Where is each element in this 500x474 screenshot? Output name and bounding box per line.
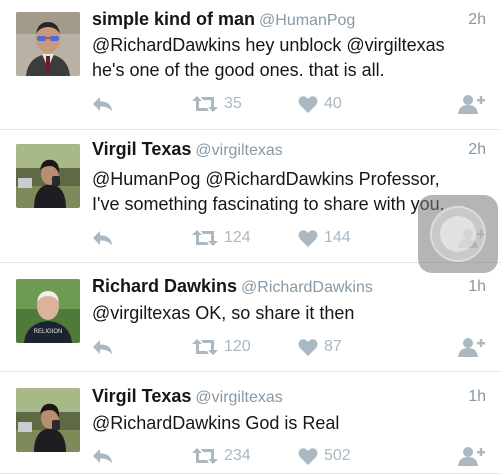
assistive-touch-button[interactable] bbox=[418, 195, 498, 273]
tweet-text: @RichardDawkins God is Real bbox=[92, 411, 486, 436]
retweet-count: 124 bbox=[224, 229, 251, 246]
like-count: 40 bbox=[324, 95, 342, 112]
retweet-button[interactable]: 120 bbox=[192, 336, 251, 358]
display-name[interactable]: Virgil Texas bbox=[92, 139, 191, 159]
like-button[interactable]: 40 bbox=[298, 93, 342, 115]
avatar[interactable] bbox=[16, 144, 80, 208]
retweet-icon bbox=[192, 229, 218, 247]
retweet-icon bbox=[192, 447, 218, 465]
like-count: 144 bbox=[324, 229, 351, 246]
reply-icon bbox=[92, 338, 114, 356]
tweet[interactable]: Virgil Texas @virgiltexas 1h @RichardDawk… bbox=[0, 372, 500, 474]
timestamp[interactable]: 1h bbox=[468, 388, 486, 406]
reply-icon bbox=[92, 229, 114, 247]
follow-button[interactable] bbox=[458, 336, 486, 358]
tweet-text-line: @virgiltexas OK, so share it then bbox=[92, 303, 355, 323]
avatar[interactable]: RELIGION bbox=[16, 279, 80, 343]
follow-button[interactable] bbox=[458, 93, 486, 115]
tweet-text: @RichardDawkins hey unblock @virgiltexas… bbox=[92, 33, 486, 83]
tweet-actions: 120 87 bbox=[92, 336, 486, 358]
display-name[interactable]: simple kind of man bbox=[92, 9, 255, 29]
reply-icon bbox=[92, 447, 114, 465]
timestamp[interactable]: 2h bbox=[468, 11, 486, 29]
username[interactable]: @virgiltexas bbox=[195, 389, 282, 406]
tweet-text-line: @HumanPog @RichardDawkins Professor, bbox=[92, 169, 440, 189]
reply-button[interactable] bbox=[92, 445, 114, 467]
follow-icon bbox=[458, 94, 486, 114]
retweet-count: 35 bbox=[224, 95, 242, 112]
heart-icon bbox=[298, 229, 318, 247]
like-button[interactable]: 502 bbox=[298, 445, 351, 467]
username[interactable]: @HumanPog bbox=[259, 12, 355, 29]
avatar[interactable] bbox=[16, 388, 80, 452]
tweet[interactable]: simple kind of man @HumanPog 2h @RichardD… bbox=[0, 0, 500, 130]
heart-icon bbox=[298, 95, 318, 113]
reply-button[interactable] bbox=[92, 227, 114, 249]
assistive-touch-dot bbox=[440, 216, 476, 252]
retweet-count: 234 bbox=[224, 447, 251, 464]
username[interactable]: @virgiltexas bbox=[195, 142, 282, 159]
tweet-actions: 35 40 bbox=[92, 93, 486, 115]
retweet-button[interactable]: 234 bbox=[192, 445, 251, 467]
retweet-icon bbox=[192, 338, 218, 356]
retweet-button[interactable]: 35 bbox=[192, 93, 242, 115]
tweet-text-line: he's one of the good ones. that is all. bbox=[92, 60, 385, 80]
timestamp[interactable]: 1h bbox=[468, 278, 486, 296]
like-button[interactable]: 87 bbox=[298, 336, 342, 358]
tweet[interactable]: RELIGION Richard Dawkins @RichardDawkins … bbox=[0, 263, 500, 372]
reply-button[interactable] bbox=[92, 93, 114, 115]
display-name[interactable]: Richard Dawkins bbox=[92, 276, 237, 296]
retweet-count: 120 bbox=[224, 338, 251, 355]
username[interactable]: @RichardDawkins bbox=[241, 279, 373, 296]
heart-icon bbox=[298, 447, 318, 465]
follow-icon bbox=[458, 446, 486, 466]
display-name[interactable]: Virgil Texas bbox=[92, 386, 191, 406]
avatar[interactable] bbox=[16, 12, 80, 76]
heart-icon bbox=[298, 338, 318, 356]
follow-button[interactable] bbox=[458, 445, 486, 467]
tweet-text-line: @RichardDawkins God is Real bbox=[92, 413, 340, 433]
like-count: 87 bbox=[324, 338, 342, 355]
reply-icon bbox=[92, 95, 114, 113]
follow-icon bbox=[458, 337, 486, 357]
tweet-text: @virgiltexas OK, so share it then bbox=[92, 301, 486, 326]
tweet-actions: 234 502 bbox=[92, 445, 486, 467]
tweet-text-line: @RichardDawkins hey unblock @virgiltexas bbox=[92, 35, 445, 55]
retweet-icon bbox=[192, 95, 218, 113]
avatar-shirt-text: RELIGION bbox=[34, 329, 63, 335]
reply-button[interactable] bbox=[92, 336, 114, 358]
like-button[interactable]: 144 bbox=[298, 227, 351, 249]
timestamp[interactable]: 2h bbox=[468, 141, 486, 159]
like-count: 502 bbox=[324, 447, 351, 464]
retweet-button[interactable]: 124 bbox=[192, 227, 251, 249]
